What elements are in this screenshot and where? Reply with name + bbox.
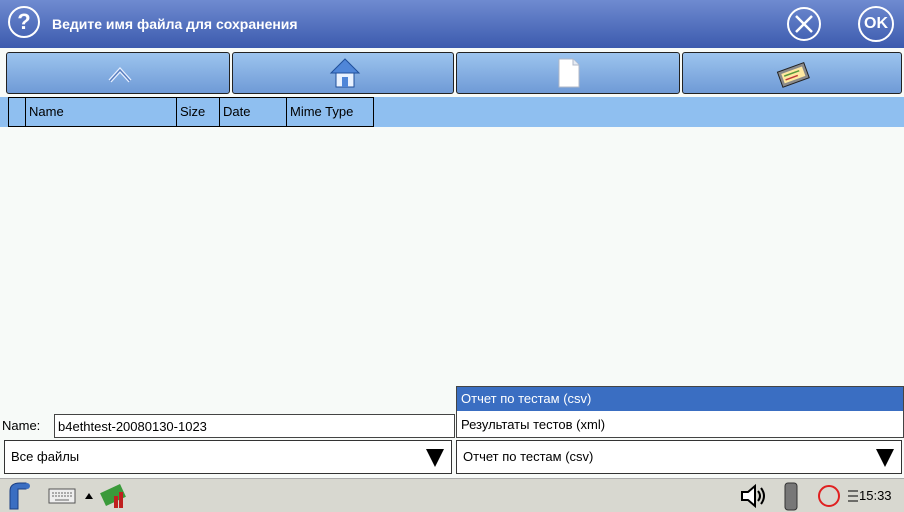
column-mime-type[interactable]: Mime Type	[286, 97, 374, 127]
format-dropdown-list: Отчет по тестам (csv) Результаты тестов …	[456, 386, 904, 438]
up-folder-button[interactable]	[6, 52, 230, 94]
dialog-title: Ведите имя файла для сохранения	[52, 16, 298, 32]
help-button[interactable]: ?	[8, 6, 40, 38]
folder-view-button[interactable]	[682, 52, 902, 94]
column-date[interactable]: Date	[219, 97, 287, 127]
home-icon	[329, 58, 361, 88]
keyboard-icon[interactable]	[48, 488, 76, 504]
format-option-csv[interactable]: Отчет по тестам (csv)	[457, 387, 903, 411]
network-monitor-icon[interactable]	[100, 482, 128, 510]
file-format-value: Отчет по тестам (csv)	[463, 449, 594, 464]
column-header: Name Size Date Mime Type	[0, 97, 904, 127]
new-file-icon	[558, 58, 580, 88]
column-size[interactable]: Size	[176, 97, 220, 127]
column-marker[interactable]	[8, 97, 26, 127]
ok-button[interactable]: OK	[858, 6, 894, 42]
start-menu-icon[interactable]	[4, 481, 34, 511]
file-list[interactable]	[0, 127, 904, 410]
file-filter-select[interactable]: Все файлы	[4, 440, 452, 474]
column-name[interactable]: Name	[25, 97, 177, 127]
folder-view-icon	[776, 61, 810, 88]
power-icon[interactable]	[816, 483, 842, 509]
taskbar: 15:33	[0, 478, 904, 512]
battery-icon	[784, 482, 798, 511]
name-label: Name:	[2, 418, 41, 433]
file-filter-value: Все файлы	[11, 449, 80, 464]
speaker-icon[interactable]	[740, 483, 768, 509]
up-folder-icon	[108, 67, 132, 83]
title-bar: ? Ведите имя файла для сохранения OK	[0, 0, 904, 48]
close-icon	[787, 7, 821, 41]
menu-arrow-icon[interactable]	[84, 491, 94, 501]
new-file-button[interactable]	[456, 52, 680, 94]
clock: 15:33	[859, 488, 892, 503]
menu-lines-icon	[848, 490, 858, 502]
close-button[interactable]	[786, 6, 822, 42]
toolbar	[0, 52, 904, 96]
filename-input[interactable]	[54, 414, 455, 438]
format-option-xml[interactable]: Результаты тестов (xml)	[457, 413, 903, 437]
file-format-select[interactable]: Отчет по тестам (csv)	[456, 440, 902, 474]
chevron-down-icon	[876, 449, 894, 467]
home-button[interactable]	[232, 52, 454, 94]
chevron-down-icon	[426, 449, 444, 467]
